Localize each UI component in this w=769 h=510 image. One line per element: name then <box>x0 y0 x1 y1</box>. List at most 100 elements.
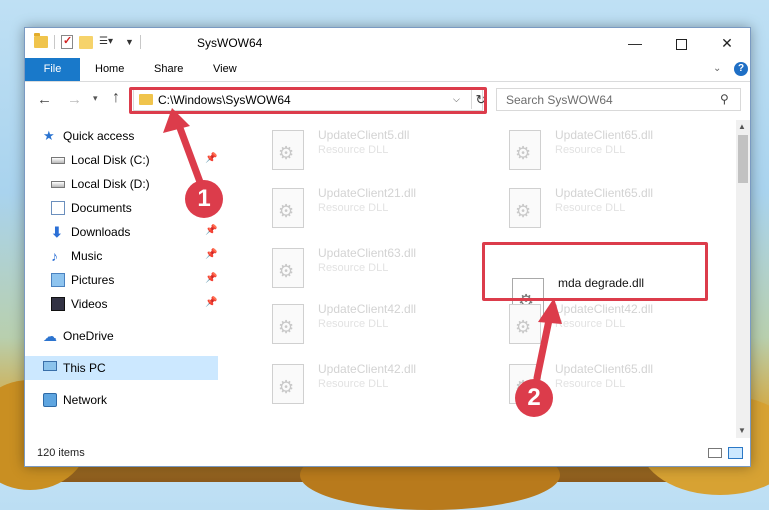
sidebar-item-downloads[interactable]: ⬇ Downloads 📌 <box>25 220 218 244</box>
tab-home[interactable]: Home <box>95 58 124 81</box>
dll-file-icon <box>509 188 541 228</box>
search-placeholder: Search SysWOW64 <box>506 93 613 107</box>
up-button[interactable]: ↑ <box>112 89 120 107</box>
search-input[interactable]: Search SysWOW64 ⚲ <box>496 88 741 111</box>
search-icon[interactable]: ⚲ <box>720 92 729 106</box>
documents-icon <box>51 201 65 215</box>
file-name: UpdateClient42.dll <box>318 302 417 316</box>
dll-file-icon <box>272 188 304 228</box>
file-item[interactable]: UpdateClient42.dll Resource DLL <box>268 298 488 354</box>
pin-icon[interactable]: 📌 <box>205 249 217 260</box>
properties-icon[interactable] <box>61 34 73 49</box>
tab-share[interactable]: Share <box>154 58 183 81</box>
file-item[interactable]: UpdateClient21.dll Resource DLL <box>268 182 488 238</box>
sidebar-item-label: Local Disk (D:) <box>71 177 150 191</box>
maximize-button[interactable] <box>658 28 704 58</box>
file-type: Resource DLL <box>555 144 626 156</box>
tab-file[interactable]: File <box>25 58 80 81</box>
file-item[interactable]: UpdateClient65.dll Resource DLL <box>505 182 725 238</box>
item-count: 120 items <box>37 447 85 459</box>
customize-toolbar-icon[interactable]: ☰▾ <box>99 36 119 48</box>
folder-icon <box>34 33 48 48</box>
dll-file-icon <box>509 304 541 344</box>
sidebar-item-label: Pictures <box>71 273 115 287</box>
toolbar-divider <box>139 35 141 49</box>
expand-ribbon-icon[interactable]: ⌄ <box>713 63 721 74</box>
computer-icon <box>43 361 57 371</box>
ribbon-tabs: File Home Share View ⌄ ? <box>25 58 750 82</box>
maximize-icon <box>675 38 687 50</box>
file-item[interactable]: UpdateClient63.dll Resource DLL <box>268 242 488 298</box>
sidebar-item-network[interactable]: Network <box>25 388 218 412</box>
scroll-thumb[interactable] <box>738 135 748 183</box>
file-name: UpdateClient5.dll <box>318 128 410 142</box>
forward-button[interactable]: → <box>67 91 82 108</box>
chevron-down-icon[interactable]: ▼ <box>125 37 134 47</box>
details-view-icon[interactable] <box>708 448 722 458</box>
help-icon[interactable]: ? <box>734 62 748 76</box>
tab-view[interactable]: View <box>213 58 237 81</box>
music-icon: ♪ <box>51 248 58 264</box>
file-type: Resource DLL <box>555 378 626 390</box>
file-type: Resource DLL <box>555 318 626 330</box>
recent-locations-button[interactable]: ▾ <box>93 93 98 104</box>
file-name: UpdateClient21.dll <box>318 186 417 200</box>
sidebar-item-label: This PC <box>63 361 106 375</box>
sidebar-item-label: Network <box>63 393 108 407</box>
file-item[interactable]: UpdateClient65.dll Resource DLL <box>505 124 725 180</box>
back-button[interactable]: ← <box>37 91 52 108</box>
sidebar-item-local-disk-c[interactable]: Local Disk (C:) 📌 <box>25 148 218 172</box>
sidebar-item-music[interactable]: ♪ Music 📌 <box>25 244 218 268</box>
large-icons-view-icon[interactable] <box>728 447 743 459</box>
dll-file-icon <box>272 304 304 344</box>
file-highlight-box <box>482 242 708 301</box>
vertical-scrollbar[interactable]: ▲ ▼ <box>736 120 750 438</box>
sidebar-item-onedrive[interactable]: ☁ OneDrive <box>25 324 218 348</box>
sidebar-item-label: OneDrive <box>63 329 114 343</box>
file-item[interactable]: UpdateClient42.dll Resource DLL <box>505 298 725 354</box>
sidebar-item-this-pc[interactable]: This PC <box>25 356 218 380</box>
file-name: UpdateClient42.dll <box>555 302 654 316</box>
cloud-icon: ☁ <box>43 328 57 344</box>
file-item[interactable]: UpdateClient5.dll Resource DLL <box>268 124 488 180</box>
file-name: UpdateClient65.dll <box>555 362 654 376</box>
title-bar: ☰▾ ▼ SysWOW64 — ✕ <box>25 28 750 58</box>
dll-file-icon <box>272 248 304 288</box>
file-type: Resource DLL <box>318 318 389 330</box>
disk-icon <box>51 181 65 188</box>
dll-file-icon <box>272 364 304 404</box>
new-folder-icon[interactable] <box>79 35 93 49</box>
file-type: Resource DLL <box>318 378 389 390</box>
pictures-icon <box>51 273 65 287</box>
download-icon: ⬇ <box>51 224 63 240</box>
sidebar-item-label: Documents <box>71 201 132 215</box>
pin-icon[interactable]: 📌 <box>205 225 217 236</box>
dll-file-icon <box>509 130 541 170</box>
file-name: UpdateClient42.dll <box>318 362 417 376</box>
file-item[interactable]: UpdateClient42.dll Resource DLL <box>268 358 488 414</box>
pin-icon[interactable]: 📌 <box>205 297 217 308</box>
sidebar-item-label: Local Disk (C:) <box>71 153 150 167</box>
status-bar: 120 items <box>25 440 750 466</box>
close-button[interactable]: ✕ <box>704 28 750 58</box>
videos-icon <box>51 297 65 311</box>
pin-icon[interactable]: 📌 <box>205 153 217 164</box>
scroll-down-icon[interactable]: ▼ <box>738 426 746 435</box>
sidebar-item-quick-access[interactable]: ★ Quick access <box>25 124 218 148</box>
window-title: SysWOW64 <box>197 36 263 50</box>
toolbar-divider <box>54 35 55 49</box>
scroll-up-icon[interactable]: ▲ <box>738 122 746 131</box>
star-icon: ★ <box>43 128 55 143</box>
sidebar-item-label: Videos <box>71 297 108 311</box>
sidebar-item-label: Quick access <box>63 129 135 143</box>
file-name: UpdateClient65.dll <box>555 186 654 200</box>
sidebar-item-pictures[interactable]: Pictures 📌 <box>25 268 218 292</box>
minimize-button[interactable]: — <box>612 28 658 58</box>
sidebar-item-label: Downloads <box>71 225 131 239</box>
quick-access-toolbar: ☰▾ ▼ <box>34 33 141 49</box>
file-type: Resource DLL <box>318 202 389 214</box>
address-highlight-box <box>129 87 487 114</box>
step-1-badge: 1 <box>185 180 223 218</box>
pin-icon[interactable]: 📌 <box>205 273 217 284</box>
sidebar-item-videos[interactable]: Videos 📌 <box>25 292 218 316</box>
